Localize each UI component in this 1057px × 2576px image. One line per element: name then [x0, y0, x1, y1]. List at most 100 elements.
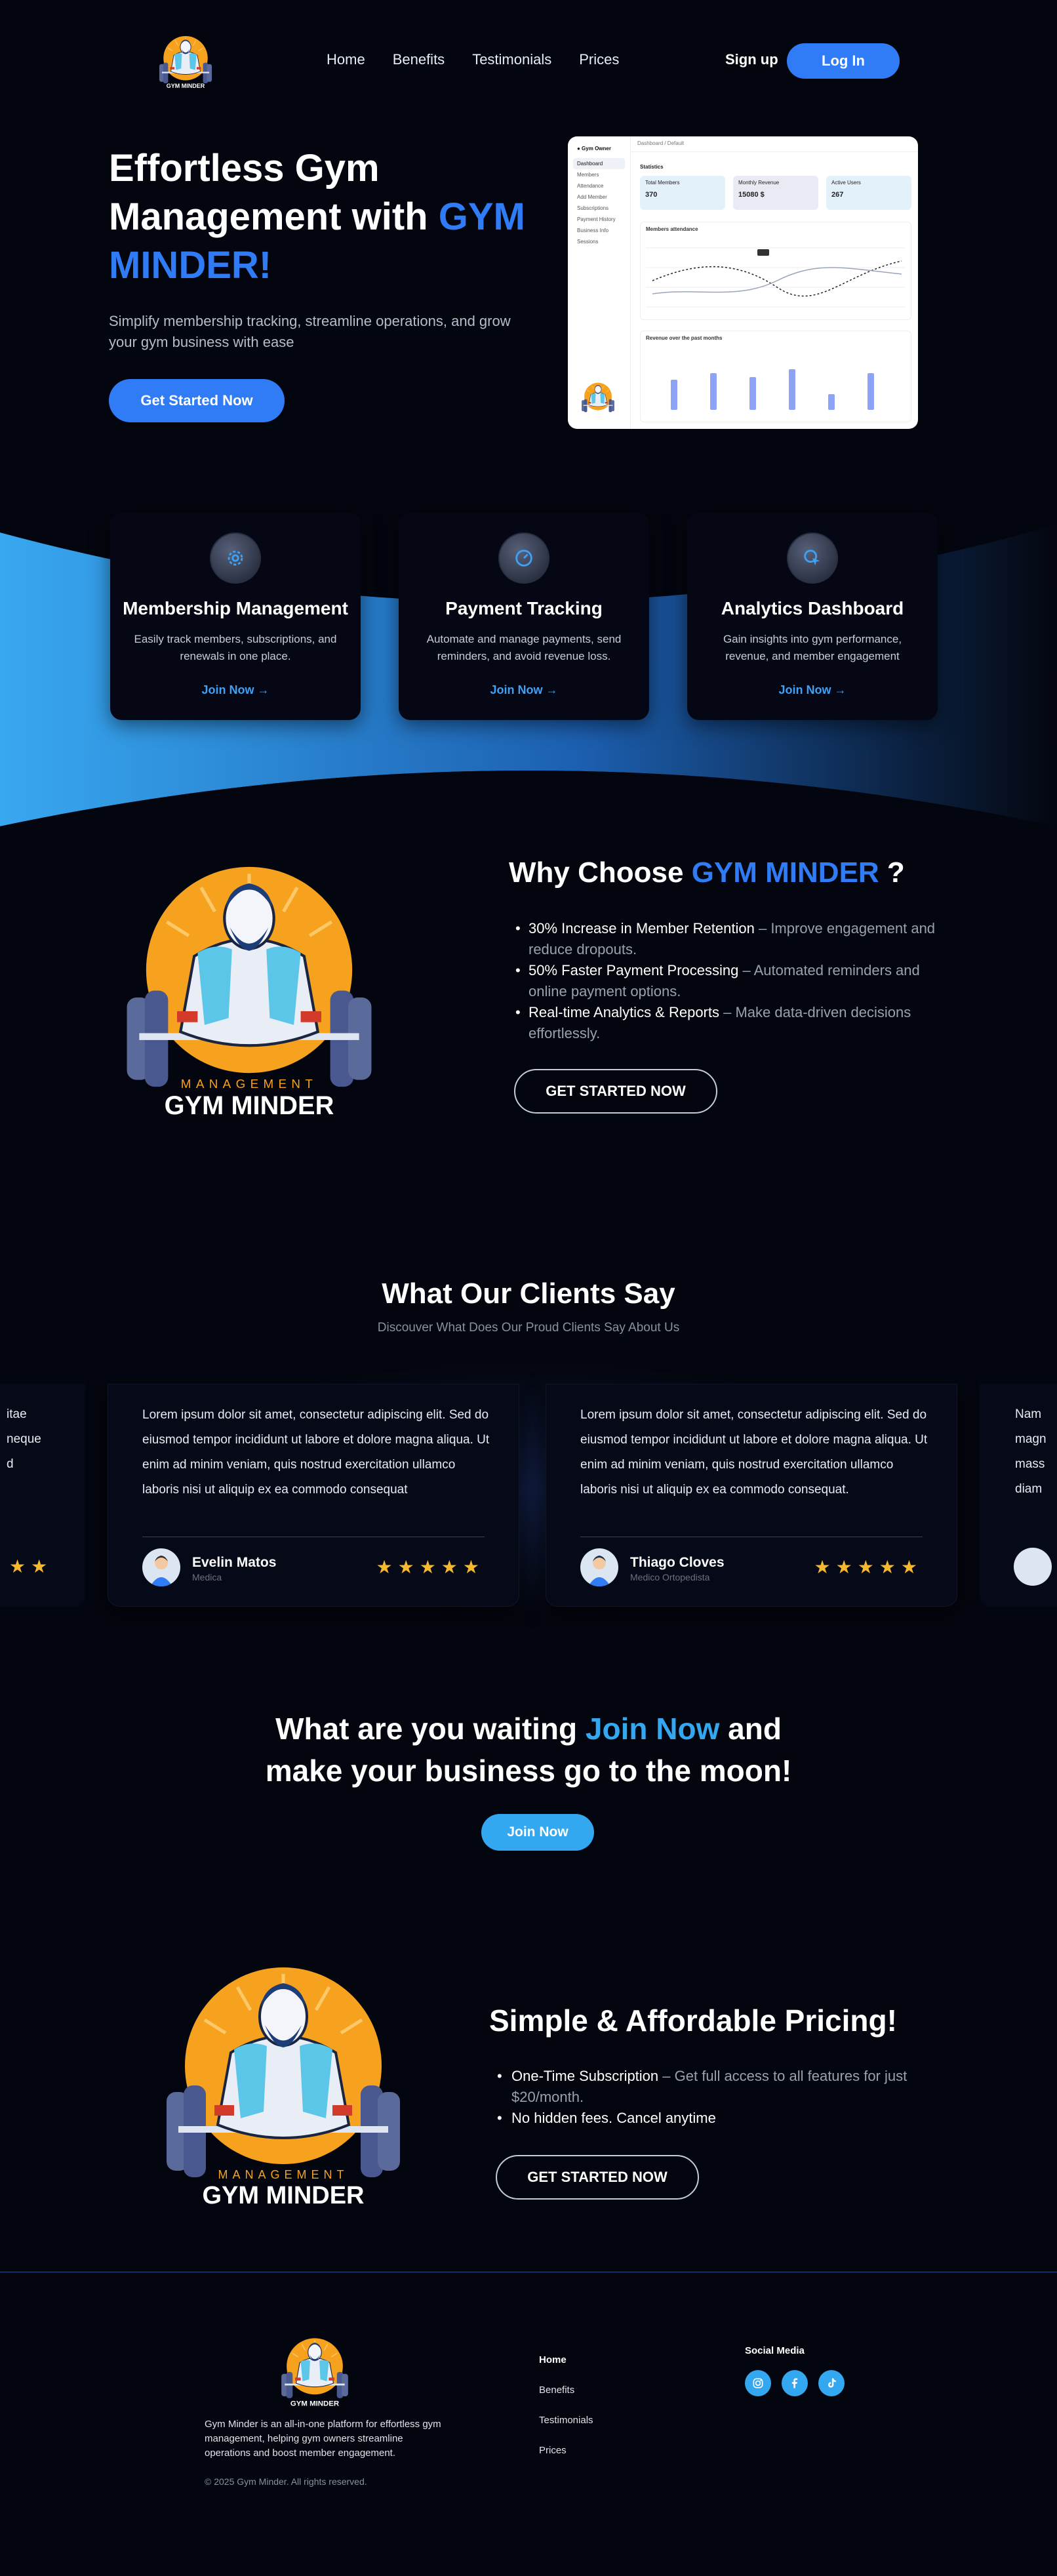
list-item: No hidden fees. Cancel anytime [496, 2108, 922, 2129]
testimonial-name: Thiago Cloves [630, 1555, 725, 1570]
dash-attendance-chart: Members attendance [640, 222, 911, 320]
emblem-bottom-text: GYM MINDER [165, 1091, 334, 1120]
dash-side-item: Business Info [577, 228, 609, 233]
hero-title: Effortless Gym Management with GYM MINDE… [109, 144, 568, 290]
testimonials-title: What Our Clients Say [382, 1278, 675, 1310]
dash-stat: Total Members 370 [640, 176, 725, 210]
gauge-icon [498, 533, 549, 584]
social-links [745, 2370, 845, 2396]
dash-side-item: Attendance [577, 183, 604, 189]
feature-desc: Easily track members, subscriptions, and… [134, 633, 337, 662]
facebook-icon[interactable] [782, 2370, 808, 2396]
dash-breadcrumb: Dashboard / Default [631, 136, 918, 152]
feature-join-link[interactable]: Join Now → [110, 683, 361, 697]
dash-side-item: Payment History [577, 216, 616, 222]
testimonial-card: Lorem ipsum dolor sit amet, consectetur … [546, 1384, 957, 1607]
testimonial-card: Lorem ipsum dolor sit amet, consectetur … [108, 1384, 519, 1607]
gym-minder-emblem-pricing: MANAGEMENT GYM MINDER [152, 1941, 414, 2209]
feature-join-link[interactable]: Join Now → [399, 683, 649, 697]
main-nav: Home Benefits Testimonials Prices [327, 51, 619, 68]
feature-card-membership: Membership Management Easily track membe… [110, 513, 361, 720]
dash-side-item: Add Member [577, 194, 607, 200]
join-now-button[interactable]: Join Now [481, 1814, 594, 1851]
testimonial-role: Medica [192, 1572, 222, 1582]
testimonial-name: Evelin Matos [192, 1555, 277, 1570]
dashboard-preview: ● Gym Owner Dashboard Members Attendance… [568, 136, 918, 429]
list-item: 50% Faster Payment Processing – Automate… [514, 960, 940, 1002]
star-rating: ★★★★★ [376, 1557, 485, 1577]
nav-prices[interactable]: Prices [579, 51, 619, 68]
logo-text: GYM MINDER [167, 83, 205, 89]
star-rating: ★★★★★ [814, 1557, 923, 1577]
pricing-get-started-button[interactable]: GET STARTED NOW [496, 2155, 699, 2200]
dash-side-item: Sessions [577, 239, 599, 245]
dash-side-item: Members [577, 172, 599, 178]
testimonial-quote: Lorem ipsum dolor sit amet, consectetur … [580, 1408, 928, 1497]
emblem-top-text: MANAGEMENT [218, 2168, 348, 2181]
list-item: Real-time Analytics & Reports – Make dat… [514, 1002, 940, 1044]
testimonial-quote: Lorem ipsum dolor sit amet, consectetur … [142, 1408, 490, 1497]
testimonial-card-peek-left: itae neque d ★★ [0, 1384, 85, 1607]
dash-revenue-chart: Revenue over the past months [640, 331, 911, 422]
dash-stat: Active Users 267 [826, 176, 911, 210]
emblem-bottom-text: GYM MINDER [203, 2182, 365, 2209]
instagram-icon[interactable] [745, 2370, 771, 2396]
nav-benefits[interactable]: Benefits [393, 51, 445, 68]
get-started-button[interactable]: Get Started Now [109, 379, 285, 422]
tiktok-icon[interactable] [818, 2370, 845, 2396]
testimonial-role: Medico Ortopedista [630, 1572, 710, 1582]
arrow-right-icon: → [546, 683, 558, 696]
brand-logo[interactable]: GYM MINDER [156, 30, 215, 89]
list-item: 30% Increase in Member Retention – Impro… [514, 918, 940, 960]
footer-link-prices[interactable]: Prices [539, 2436, 593, 2466]
feature-title: Analytics Dashboard [721, 598, 904, 618]
footer-logo[interactable]: GYM MINDER [275, 2331, 354, 2409]
cursor-click-icon [787, 533, 838, 584]
dash-logo [581, 382, 615, 413]
testimonial-card-peek-right: Nam magn mass diam [980, 1384, 1057, 1607]
dash-stat: Monthly Revenue 15080 $ [733, 176, 818, 210]
arrow-right-icon: → [834, 683, 847, 696]
feature-card-analytics: Analytics Dashboard Gain insights into g… [687, 513, 938, 720]
footer-nav: Home Benefits Testimonials Prices [539, 2345, 593, 2466]
footer-link-benefits[interactable]: Benefits [539, 2375, 593, 2405]
avatar [1014, 1548, 1052, 1586]
arrow-right-icon: → [257, 683, 269, 696]
dash-side-item: Dashboard [573, 158, 625, 169]
pricing-list: One-Time Subscription – Get full access … [496, 2066, 922, 2129]
emblem-top-text: MANAGEMENT [181, 1077, 317, 1091]
footer-link-home[interactable]: Home [539, 2345, 593, 2375]
avatar [580, 1548, 618, 1586]
gear-icon [210, 533, 261, 584]
pricing-title: Simple & Affordable Pricing! [489, 2003, 897, 2038]
feature-card-payment: Payment Tracking Automate and manage pay… [399, 513, 649, 720]
signup-link[interactable]: Sign up [725, 51, 778, 68]
why-get-started-button[interactable]: GET STARTED NOW [514, 1069, 717, 1114]
login-button[interactable]: Log In [787, 43, 900, 79]
why-title: Why Choose GYM MINDER ? [509, 856, 905, 889]
testimonials-subtitle: Discouver What Does Our Proud Clients Sa… [377, 1321, 680, 1335]
gym-minder-emblem: MANAGEMENT GYM MINDER [111, 839, 387, 1120]
why-list: 30% Increase in Member Retention – Impro… [514, 918, 940, 1044]
footer-copyright: © 2025 Gym Minder. All rights reserved. [205, 2476, 367, 2487]
hero-subtitle: Simplify membership tracking, streamline… [109, 313, 511, 350]
feature-title: Payment Tracking [445, 598, 603, 618]
feature-desc: Gain insights into gym performance, reve… [723, 633, 902, 662]
dash-side-item: Subscriptions [577, 205, 609, 211]
feature-title: Membership Management [123, 598, 348, 618]
star-rating: ★★ [9, 1556, 53, 1577]
logo-text: GYM MINDER [290, 2400, 339, 2407]
dash-stats-title: Statistics [640, 164, 664, 170]
cta-heading: What are you waiting Join Now and make y… [265, 1712, 792, 1788]
nav-testimonials[interactable]: Testimonials [472, 51, 551, 68]
footer-description: Gym Minder is an all-in-one platform for… [205, 2419, 441, 2459]
feature-join-link[interactable]: Join Now → [687, 683, 938, 697]
footer-link-testimonials[interactable]: Testimonials [539, 2405, 593, 2436]
dashboard-sidebar: ● Gym Owner Dashboard Members Attendance… [568, 136, 631, 429]
social-title: Social Media [745, 2345, 805, 2356]
feature-desc: Automate and manage payments, send remin… [426, 633, 622, 662]
nav-home[interactable]: Home [327, 51, 365, 68]
list-item: One-Time Subscription – Get full access … [496, 2066, 922, 2108]
avatar [142, 1548, 180, 1586]
hero-title-text: Effortless Gym Management with [109, 147, 439, 238]
